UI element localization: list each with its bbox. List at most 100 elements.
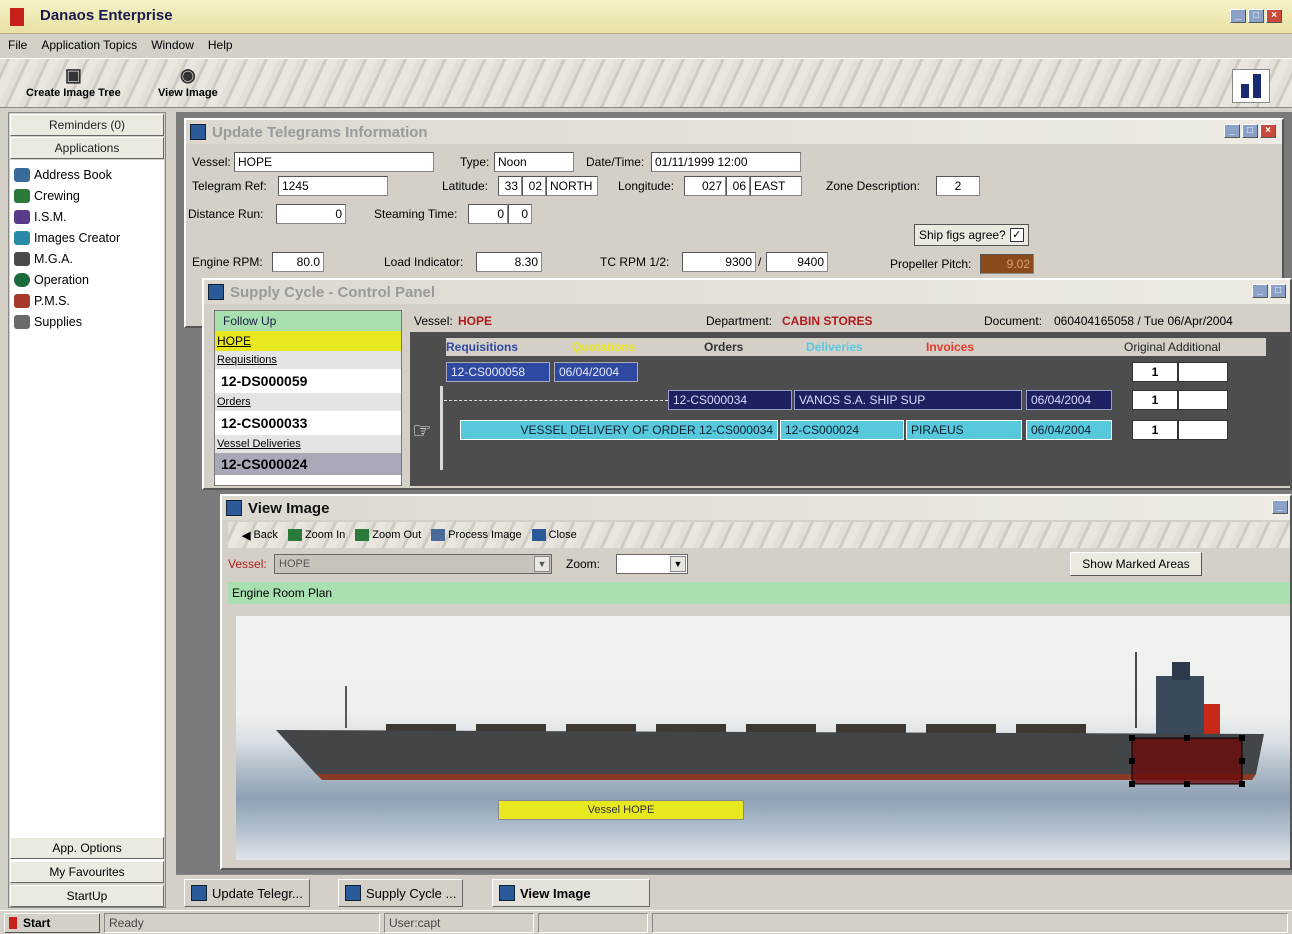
process-image-button[interactable]: Process Image — [431, 529, 522, 541]
startup-button[interactable]: StartUp — [10, 885, 164, 907]
sidebar-item-images-creator[interactable]: Images Creator — [14, 227, 160, 248]
menu-file[interactable]: File — [8, 38, 27, 54]
sidebar-item-address-book[interactable]: Address Book — [14, 164, 160, 185]
requisition-cell[interactable]: 12-CS000058 — [446, 362, 550, 382]
datetime-field[interactable]: 01/11/1999 12:00 — [651, 152, 801, 172]
supply-columns: Requisitions Quotations Orders Deliverie… — [446, 338, 1266, 356]
pms-icon — [14, 293, 30, 308]
delivery-additional-cell[interactable] — [1178, 420, 1228, 440]
applications-button[interactable]: Applications — [10, 137, 164, 159]
view-image-button[interactable]: ◉ View Image — [158, 65, 218, 99]
order-additional-cell[interactable] — [1178, 390, 1228, 410]
reminders-button[interactable]: Reminders (0) — [10, 114, 164, 136]
sidebar-item-ism[interactable]: I.S.M. — [14, 206, 160, 227]
delivery-number[interactable]: 12-CS000024 — [215, 453, 401, 475]
image-caption: Engine Room Plan — [228, 582, 1290, 604]
back-button[interactable]: ◀ Back — [242, 529, 278, 542]
latitude-minutes-field[interactable]: 02 — [522, 176, 546, 196]
maximize-icon[interactable]: □ — [1270, 284, 1286, 298]
vessel-deliveries-link[interactable]: Vessel Deliveries — [215, 435, 401, 453]
requisition-number[interactable]: 12-DS000059 — [215, 369, 401, 393]
orders-link[interactable]: Orders — [215, 393, 401, 411]
order-date-cell[interactable]: 06/04/2004 — [1026, 390, 1112, 410]
tab-supply-cycle[interactable]: Supply Cycle ... — [338, 879, 464, 907]
requisitions-link[interactable]: Requisitions — [215, 351, 401, 369]
col-original-additional: Original Additional — [1124, 340, 1221, 354]
sidebar-item-operation[interactable]: Operation — [14, 269, 160, 290]
start-button[interactable]: Start — [4, 913, 100, 933]
order-count-cell[interactable]: 1 — [1132, 390, 1178, 410]
tab-view-image[interactable]: View Image — [492, 879, 650, 907]
minimize-icon[interactable]: _ — [1230, 9, 1246, 23]
sidebar-item-pms[interactable]: P.M.S. — [14, 290, 160, 311]
longitude-degrees-field[interactable]: 027 — [684, 176, 726, 196]
menu-window[interactable]: Window — [151, 38, 194, 54]
zoom-select[interactable]: ▼ — [616, 554, 688, 574]
close-icon[interactable]: × — [1266, 9, 1282, 23]
steaming-minutes-field[interactable]: 0 — [508, 204, 532, 224]
col-quotations: Quotations — [572, 340, 636, 354]
longitude-minutes-field[interactable]: 06 — [726, 176, 750, 196]
menu-application-topics[interactable]: Application Topics — [41, 38, 137, 54]
tc-rpm-1-field[interactable]: 9300 — [682, 252, 756, 272]
close-icon[interactable]: × — [1260, 124, 1276, 138]
minimize-icon[interactable]: _ — [1272, 500, 1288, 514]
delivery-description-cell[interactable]: VESSEL DELIVERY OF ORDER 12-CS000034 — [460, 420, 778, 440]
vessel-select[interactable]: HOPE ▼ — [274, 554, 552, 574]
vessel-image: Vessel HOPE — [236, 616, 1290, 860]
tc-rpm-2-field[interactable]: 9400 — [766, 252, 828, 272]
order-number[interactable]: 12-CS000033 — [215, 411, 401, 435]
propeller-pitch-field[interactable]: 9.02 — [980, 254, 1034, 274]
close-button[interactable]: Close — [531, 529, 577, 541]
latitude-direction-field[interactable]: NORTH — [546, 176, 598, 196]
propeller-pitch-label: Propeller Pitch: — [890, 257, 972, 271]
follow-up-header: Follow Up — [215, 311, 401, 331]
supplier-cell[interactable]: VANOS S.A. SHIP SUP — [794, 390, 1022, 410]
zone-description-field[interactable]: 2 — [936, 176, 980, 196]
create-image-tree-button[interactable]: ▣ Create Image Tree — [26, 65, 121, 99]
follow-up-vessel[interactable]: HOPE — [215, 331, 401, 351]
status-ready: Ready — [104, 913, 380, 933]
latitude-degrees-field[interactable]: 33 — [498, 176, 522, 196]
requisition-additional-cell[interactable] — [1178, 362, 1228, 382]
distance-run-field[interactable]: 0 — [276, 204, 346, 224]
requisition-date-cell[interactable]: 06/04/2004 — [554, 362, 638, 382]
telegram-ref-field[interactable]: 1245 — [278, 176, 388, 196]
window-icon — [191, 885, 207, 901]
type-field[interactable]: Noon — [494, 152, 574, 172]
menu-help[interactable]: Help — [208, 38, 233, 54]
order-cell[interactable]: 12-CS000034 — [668, 390, 792, 410]
longitude-direction-field[interactable]: EAST — [750, 176, 802, 196]
maximize-icon[interactable]: □ — [1248, 9, 1264, 23]
requisition-count-cell[interactable]: 1 — [1132, 362, 1178, 382]
sidebar-item-supplies[interactable]: Supplies — [14, 311, 160, 332]
minimize-icon[interactable]: _ — [1252, 284, 1268, 298]
sidebar-item-mga[interactable]: M.G.A. — [14, 248, 160, 269]
sidebar-item-crewing[interactable]: Crewing — [14, 185, 160, 206]
delivery-count-cell[interactable]: 1 — [1132, 420, 1178, 440]
vessel-field[interactable]: HOPE — [234, 152, 434, 172]
minimize-icon[interactable]: _ — [1224, 124, 1240, 138]
show-marked-areas-button[interactable]: Show Marked Areas — [1070, 552, 1202, 576]
my-favourites-button[interactable]: My Favourites — [10, 861, 164, 883]
status-panel-wide — [652, 913, 1288, 933]
steaming-hours-field[interactable]: 0 — [468, 204, 508, 224]
start-icon — [9, 917, 17, 929]
app-options-button[interactable]: App. Options — [10, 837, 164, 859]
delivery-date-cell[interactable]: 06/04/2004 — [1026, 420, 1112, 440]
vessel-marker-label[interactable]: Vessel HOPE — [498, 800, 744, 820]
ship-figs-agree-checkbox[interactable]: Ship figs agree? ✓ — [914, 224, 1029, 246]
telegrams-window-title: Update Telegrams Information — [186, 120, 1282, 144]
maximize-icon[interactable]: □ — [1242, 124, 1258, 138]
zoom-in-button[interactable]: Zoom In — [287, 529, 345, 541]
col-requisitions: Requisitions — [446, 340, 519, 354]
load-indicator-field[interactable]: 8.30 — [476, 252, 542, 272]
zoom-out-button[interactable]: Zoom Out — [355, 529, 421, 541]
delivery-port-cell[interactable]: PIRAEUS — [906, 420, 1022, 440]
danaos-logo-icon — [10, 8, 24, 26]
engine-rpm-field[interactable]: 80.0 — [272, 252, 324, 272]
view-image-window-title: View Image — [222, 496, 1290, 520]
delivery-ref-cell[interactable]: 12-CS000024 — [780, 420, 904, 440]
tab-update-telegrams[interactable]: Update Telegr... — [184, 879, 310, 907]
bar-chart-logo-icon — [1232, 69, 1270, 103]
